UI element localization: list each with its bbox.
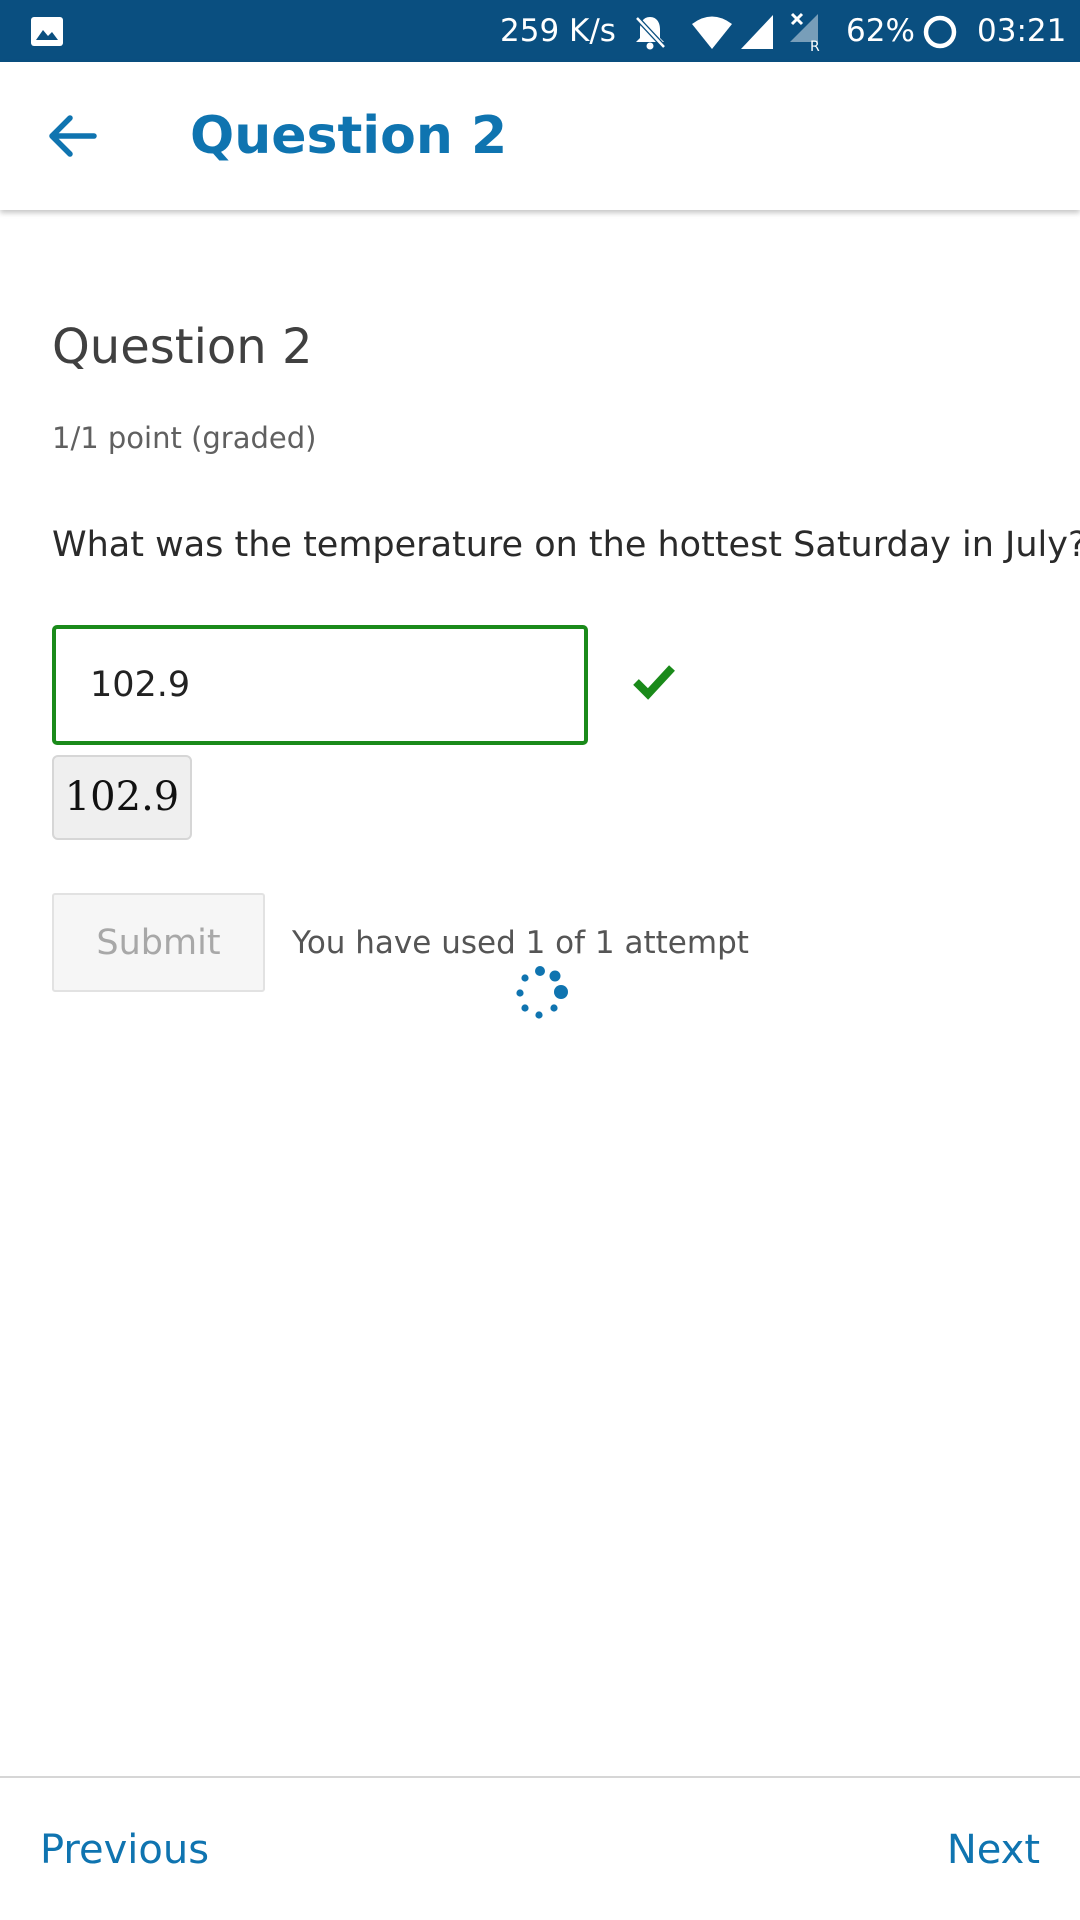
- battery-ring-icon: [923, 15, 957, 49]
- gallery-icon: [31, 17, 63, 46]
- submit-button[interactable]: Submit: [52, 893, 265, 992]
- wifi-icon: [692, 16, 732, 49]
- answer-input[interactable]: [52, 625, 588, 745]
- network-speed: 259 K/s: [500, 13, 616, 49]
- status-bar: 259 K/s R 62% 03:21: [0, 0, 1080, 62]
- question-points: 1/1 point (graded): [52, 421, 317, 455]
- battery-percent: 62%: [846, 13, 915, 49]
- answer-preview: 102.9: [52, 755, 192, 840]
- svg-text:R: R: [810, 39, 820, 52]
- signal-icon: [741, 15, 773, 49]
- app-bar: Question 2: [0, 62, 1080, 210]
- check-icon: [633, 665, 675, 700]
- question-prompt: What was the temperature on the hottest …: [52, 525, 1080, 565]
- arrow-left-icon[interactable]: [44, 110, 104, 162]
- attempts-text: You have used 1 of 1 attempt: [292, 925, 749, 961]
- clock: 03:21: [977, 13, 1067, 49]
- previous-button[interactable]: Previous: [40, 1822, 209, 1878]
- next-button[interactable]: Next: [947, 1822, 1040, 1878]
- page-title: Question 2: [190, 106, 508, 166]
- signal-roaming-icon: R: [790, 12, 820, 52]
- question-heading: Question 2: [52, 319, 313, 375]
- bottom-divider: [0, 1776, 1080, 1778]
- bell-off-icon: [635, 16, 666, 50]
- loading-spinner-icon: [516, 966, 568, 1019]
